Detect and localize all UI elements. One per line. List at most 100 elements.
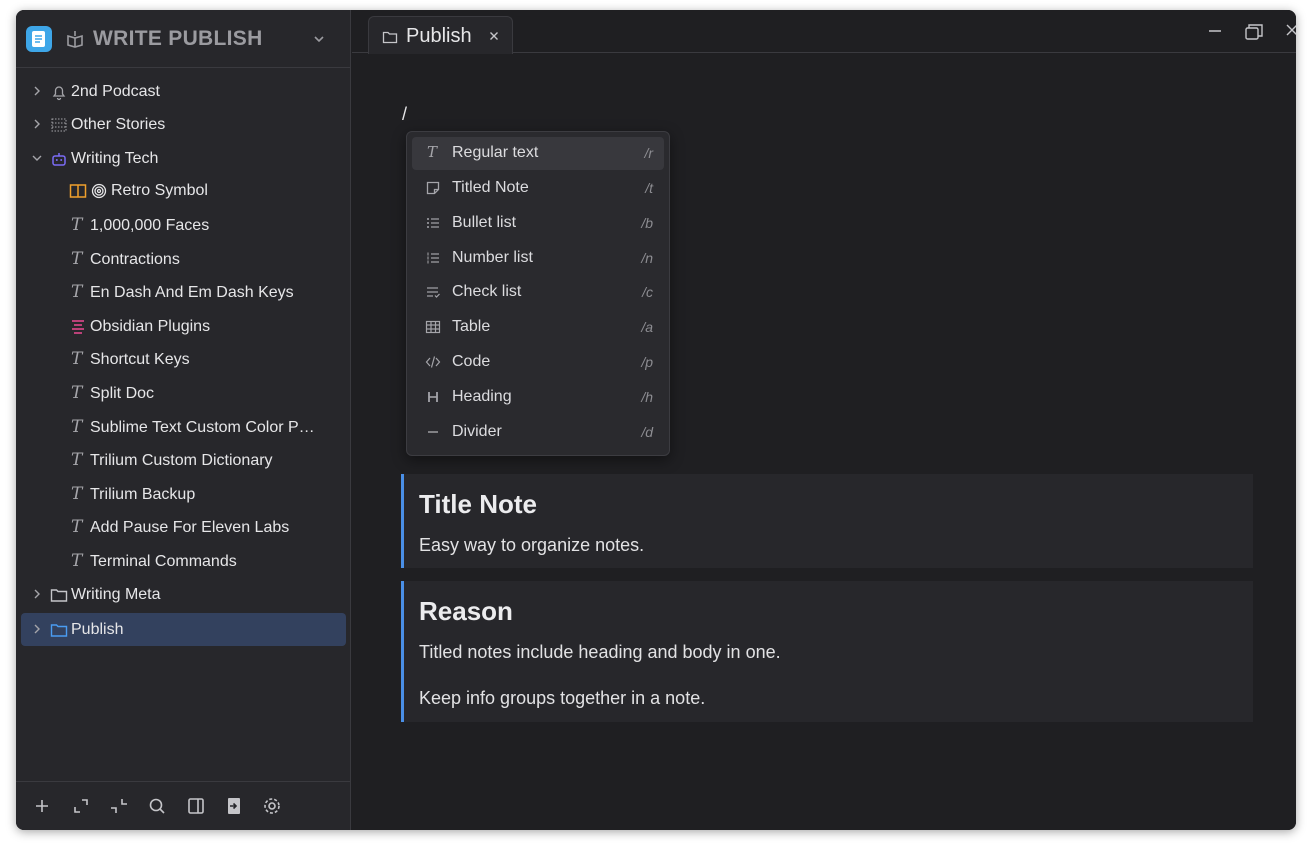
tree-item-label: Writing Meta	[71, 586, 161, 603]
tree-item-label: Sublime Text Custom Color P…	[90, 419, 315, 436]
menu-item-label: Check list	[452, 283, 522, 300]
folder-icon	[382, 31, 398, 44]
login-icon[interactable]	[224, 796, 244, 816]
menu-item-table[interactable]: Table /a	[412, 311, 664, 344]
tree-item-label: Add Pause For Eleven Labs	[90, 519, 290, 536]
code-icon	[425, 356, 441, 368]
block-body: Titled notes include heading and body in…	[419, 642, 781, 662]
slash-command-menu: T Regular text /r Titled Note /t Bullet …	[406, 131, 670, 456]
chevron-right-icon[interactable]	[32, 624, 42, 634]
chevron-down-icon[interactable]	[32, 153, 42, 163]
tree-item-terminal-commands[interactable]: T Terminal Commands	[21, 545, 346, 578]
search-icon[interactable]	[147, 796, 167, 816]
slash-command-input[interactable]: /	[402, 104, 407, 125]
menu-item-shortcut: /c	[642, 284, 653, 300]
tree-item-retro-symbol[interactable]: Retro Symbol	[21, 174, 346, 207]
expand-icon[interactable]	[71, 796, 91, 816]
app-logo-icon	[26, 26, 52, 52]
menu-item-label: Heading	[452, 388, 512, 405]
tree-item-label: Split Doc	[90, 385, 155, 402]
app-window: WRITE PUBLISH 2nd Podcast Other Stories …	[16, 10, 1296, 830]
menu-item-divider[interactable]: Divider /d	[412, 416, 664, 449]
text-note-icon: T	[71, 383, 83, 403]
table-icon	[425, 320, 441, 334]
tree-item-publish[interactable]: Publish	[21, 613, 346, 646]
sticky-note-icon	[426, 181, 440, 195]
workspace-title: WRITE PUBLISH	[93, 27, 263, 50]
tree-item-trilium-backup[interactable]: T Trilium Backup	[21, 478, 346, 511]
titled-note-block[interactable]: Title Note Easy way to organize notes.	[401, 474, 1253, 568]
tree-item-sublime-text[interactable]: T Sublime Text Custom Color P…	[21, 411, 346, 444]
align-center-icon	[72, 320, 84, 334]
menu-item-label: Table	[452, 318, 491, 335]
menu-item-heading[interactable]: Heading /h	[412, 381, 664, 414]
tree-item-trilium-dictionary[interactable]: T Trilium Custom Dictionary	[21, 444, 346, 477]
sidebar: WRITE PUBLISH 2nd Podcast Other Stories …	[16, 10, 351, 830]
menu-item-check-list[interactable]: Check list /c	[412, 276, 664, 309]
gear-icon[interactable]	[262, 796, 282, 816]
tree-item-2nd-podcast[interactable]: 2nd Podcast	[21, 75, 346, 108]
menu-item-titled-note[interactable]: Titled Note /t	[412, 172, 664, 205]
tree-item-label: En Dash And Em Dash Keys	[90, 284, 294, 301]
text-note-icon: T	[71, 282, 83, 302]
menu-item-shortcut: /t	[645, 180, 653, 196]
menu-item-number-list[interactable]: Number list /n	[412, 242, 664, 275]
tree-item-obsidian-plugins[interactable]: Obsidian Plugins	[21, 310, 346, 343]
open-book-icon	[69, 184, 87, 198]
text-note-icon: T	[71, 484, 83, 504]
workspace-book-icon	[67, 31, 83, 48]
menu-item-label: Regular text	[452, 144, 539, 161]
block-title: Reason	[419, 596, 513, 626]
menu-item-bullet-list[interactable]: Bullet list /b	[412, 207, 664, 240]
side-panel-icon[interactable]	[186, 796, 206, 816]
number-list-icon	[427, 252, 439, 264]
text-note-icon: T	[71, 517, 83, 537]
chevron-right-icon[interactable]	[32, 589, 42, 599]
tree-item-shortcut-keys[interactable]: T Shortcut Keys	[21, 343, 346, 376]
robot-icon	[52, 153, 66, 166]
menu-item-label: Bullet list	[452, 214, 517, 231]
menu-item-regular-text[interactable]: T Regular text /r	[412, 137, 664, 170]
tree-item-contractions[interactable]: T Contractions	[21, 243, 346, 276]
tree-item-writing-tech[interactable]: Writing Tech	[21, 142, 346, 175]
menu-item-shortcut: /h	[641, 389, 653, 405]
tree-item-split-doc[interactable]: T Split Doc	[21, 377, 346, 410]
collapse-icon[interactable]	[109, 796, 129, 816]
sidebar-toolbar	[16, 781, 351, 830]
workspace-header[interactable]: WRITE PUBLISH	[16, 10, 351, 68]
menu-item-shortcut: /r	[644, 145, 653, 161]
menu-item-code[interactable]: Code /p	[412, 346, 664, 379]
minimize-icon[interactable]	[1208, 24, 1222, 38]
menu-item-shortcut: /n	[641, 250, 653, 266]
restore-icon[interactable]	[1245, 24, 1263, 40]
tree-item-label: Trilium Custom Dictionary	[90, 452, 273, 469]
menu-item-label: Divider	[452, 423, 502, 440]
chevron-right-icon[interactable]	[32, 86, 42, 96]
text-icon: T	[427, 143, 438, 161]
tree-item-faces[interactable]: T 1,000,000 Faces	[21, 209, 346, 242]
menu-item-shortcut: /b	[641, 215, 653, 231]
tree-item-writing-meta[interactable]: Writing Meta	[21, 578, 346, 611]
chevron-down-icon[interactable]	[312, 32, 326, 46]
heading-icon	[428, 392, 438, 402]
tree-item-eleven-labs[interactable]: T Add Pause For Eleven Labs	[21, 511, 346, 544]
tab-label: Publish	[406, 25, 472, 47]
tree-item-dash-keys[interactable]: T En Dash And Em Dash Keys	[21, 276, 346, 309]
close-window-icon[interactable]	[1286, 24, 1296, 36]
tree-item-label: Retro Symbol	[111, 182, 208, 199]
close-tab-icon[interactable]	[488, 30, 500, 42]
tree-item-other-stories[interactable]: Other Stories	[21, 108, 346, 141]
menu-item-label: Titled Note	[452, 179, 529, 196]
grid-dots-icon	[51, 118, 67, 132]
text-note-icon: T	[71, 417, 83, 437]
tree-item-label: Writing Tech	[71, 150, 159, 167]
text-note-icon: T	[71, 249, 83, 269]
bell-icon	[52, 86, 66, 101]
chevron-right-icon[interactable]	[32, 119, 42, 129]
main-pane: Publish / T Regular text /r Titled Note …	[352, 10, 1296, 830]
tree-item-label: 1,000,000 Faces	[90, 217, 210, 234]
tab-publish[interactable]: Publish	[368, 16, 513, 54]
plus-icon[interactable]	[32, 796, 52, 816]
titled-note-block[interactable]: Reason Titled notes include heading and …	[401, 581, 1253, 722]
menu-item-shortcut: /a	[641, 319, 653, 335]
